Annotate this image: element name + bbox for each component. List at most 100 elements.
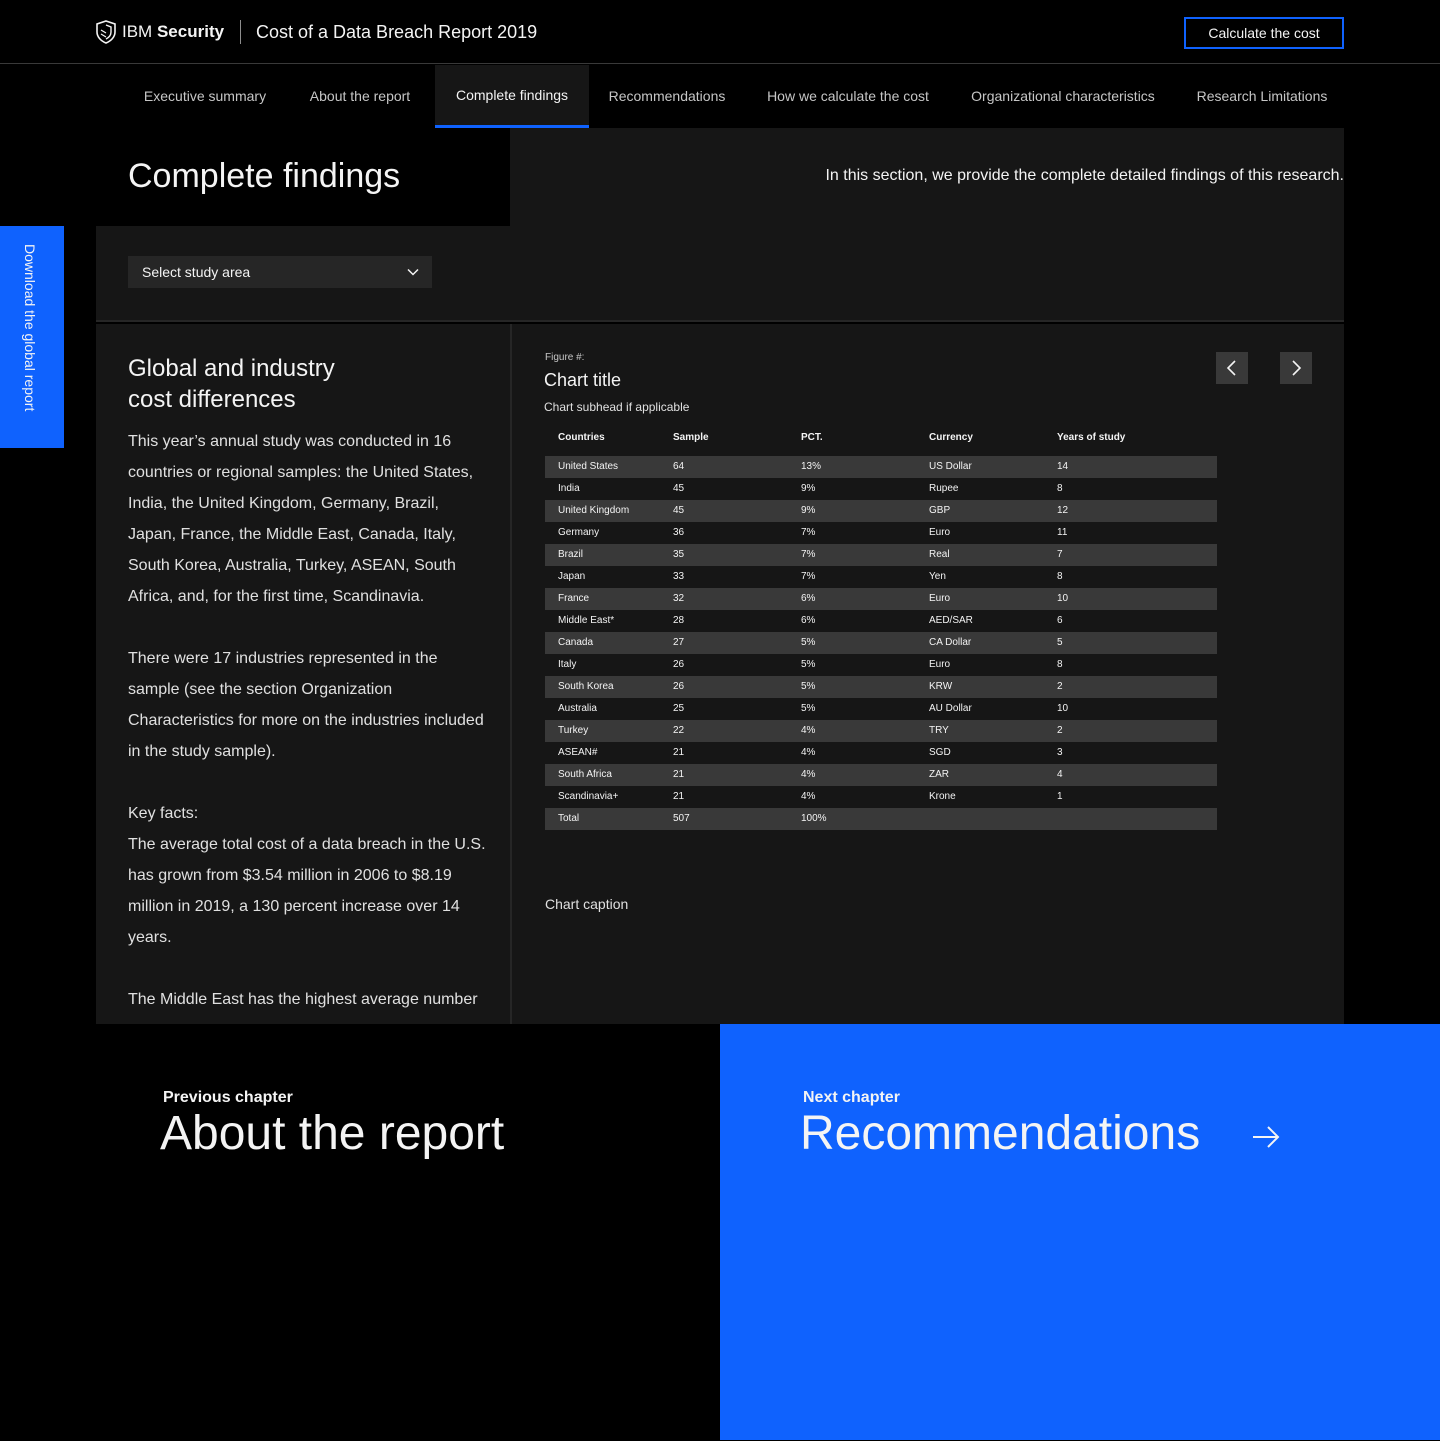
study-area-select[interactable]: Select study area: [128, 256, 432, 288]
table-cell: Italy: [558, 659, 577, 670]
column-header: Sample: [673, 432, 709, 443]
section-description: In this section, we provide the complete…: [825, 167, 1344, 184]
table-cell: 4%: [801, 747, 816, 758]
table-cell: KRW: [929, 681, 953, 692]
table-cell: ZAR: [929, 769, 949, 780]
table-cell: Real: [929, 549, 950, 560]
figure-label: Figure #:: [545, 352, 585, 363]
next-chapter-link[interactable]: [720, 1024, 1440, 1440]
table-row: Canada 27 5% CA Dollar 5: [545, 632, 1217, 654]
chart-caption: Chart caption: [545, 896, 629, 912]
previous-chapter-link[interactable]: [0, 1024, 720, 1441]
table-cell: 507: [673, 813, 690, 824]
next-chapter-title[interactable]: Recommendations: [800, 1106, 1200, 1162]
next-chapter-kicker: Next chapter: [803, 1089, 900, 1106]
calculate-cost-button[interactable]: Calculate the cost: [1184, 17, 1344, 49]
previous-figure-button[interactable]: [1216, 352, 1248, 384]
data-table: Countries Sample PCT. Currency Years of …: [545, 428, 1217, 830]
table-cell: Yen: [929, 571, 946, 582]
table-body: United States 64 13% US Dollar 14 India 45 9% Ru…: [545, 456, 1217, 830]
table-cell: 9%: [801, 483, 816, 494]
table-cell: Turkey: [558, 725, 589, 736]
arrow-right-icon[interactable]: [1252, 1125, 1280, 1149]
table-cell: 4%: [801, 791, 816, 802]
table-cell: 25: [673, 703, 685, 714]
table-cell: SGD: [929, 747, 951, 758]
column-header: Countries: [558, 432, 605, 443]
table-cell: 7%: [801, 549, 816, 560]
chart-title: Chart title: [544, 370, 622, 390]
body-paragraph: There were 17 industries represented in …: [128, 650, 484, 760]
table-cell: CA Dollar: [929, 637, 972, 648]
table-cell: 28: [673, 615, 685, 626]
table-cell: ASEAN#: [558, 747, 598, 758]
shield-logo-icon[interactable]: [95, 20, 117, 44]
chapter-nav: Executive summary About the report Compl…: [0, 65, 1440, 128]
table-cell: South Korea: [558, 681, 614, 692]
table-cell: 64: [673, 461, 685, 472]
table-row: Australia 25 5% AU Dollar 10: [545, 698, 1217, 720]
table-row: France 32 6% Euro 10: [545, 588, 1217, 610]
table-cell: Total: [558, 813, 580, 824]
table-row: Brazil 35 7% Real 7: [545, 544, 1217, 566]
table-cell: United States: [558, 461, 619, 472]
table-row: Germany 36 7% Euro 11: [545, 522, 1217, 544]
tab-executive-summary[interactable]: Executive summary: [126, 65, 284, 128]
table-cell: 8: [1057, 659, 1063, 670]
tab-complete-findings[interactable]: Complete findings: [435, 65, 589, 128]
table-cell: 7: [1057, 549, 1063, 560]
table-cell: 26: [673, 681, 685, 692]
download-global-report-label[interactable]: Download the global report: [22, 244, 38, 411]
chevron-right-icon: [1292, 360, 1302, 376]
table-cell: Australia: [558, 703, 597, 714]
text-panel-body: This year’s annual study was conducted i…: [128, 426, 488, 1024]
table-total-row: Total 507 100%: [545, 808, 1217, 830]
page-title: Complete findings: [128, 157, 401, 195]
tab-recommendations[interactable]: Recommendations: [592, 65, 742, 128]
text-panel-heading: Global and industry cost differences: [128, 353, 488, 415]
tab-about-the-report[interactable]: About the report: [288, 65, 432, 128]
table-cell: 36: [673, 527, 685, 538]
table-cell: Euro: [929, 593, 951, 604]
table-cell: AU Dollar: [929, 703, 972, 714]
previous-chapter-kicker: Previous chapter: [163, 1089, 293, 1106]
column-header: PCT.: [801, 432, 823, 443]
table-row: South Africa 21 4% ZAR 4: [545, 764, 1217, 786]
chevron-down-icon: [407, 268, 419, 276]
table-cell: 6%: [801, 615, 816, 626]
next-figure-button[interactable]: [1280, 352, 1312, 384]
table-cell: Canada: [558, 637, 594, 648]
table-row: Turkey 22 4% TRY 2: [545, 720, 1217, 742]
table-cell: Euro: [929, 527, 951, 538]
table-cell: 27: [673, 637, 685, 648]
table-cell: 5%: [801, 637, 816, 648]
table-cell: 21: [673, 769, 685, 780]
table-row: Italy 26 5% Euro 8: [545, 654, 1217, 676]
text-heading-line-2: cost differences: [128, 386, 296, 413]
tab-how-we-calculate[interactable]: How we calculate the cost: [748, 65, 948, 128]
body-paragraph: The Middle East has the highest average …: [128, 991, 478, 1008]
table-cell: United Kingdom: [558, 505, 630, 516]
table-cell: 35: [673, 549, 685, 560]
table-cell: 22: [673, 725, 685, 736]
table-row: South Korea 26 5% KRW 2: [545, 676, 1217, 698]
brand-wordmark[interactable]: IBM Security: [122, 20, 224, 44]
table-cell: Scandinavia+: [558, 791, 619, 802]
table-cell: 1: [1057, 791, 1063, 802]
table-row: United States 64 13% US Dollar 14: [545, 456, 1217, 478]
table-cell: GBP: [929, 505, 951, 516]
table-cell: France: [558, 593, 590, 604]
table-cell: Middle East*: [558, 615, 615, 626]
study-area-select-label: Select study area: [142, 264, 251, 280]
table-cell: 10: [1057, 593, 1069, 604]
table-row: Scandinavia+ 21 4% Krone 1: [545, 786, 1217, 808]
table-cell: 5%: [801, 681, 816, 692]
tab-organizational-characteristics[interactable]: Organizational characteristics: [955, 65, 1171, 128]
brand-ibm: IBM: [122, 22, 153, 41]
previous-chapter-title[interactable]: About the report: [160, 1106, 504, 1162]
table-cell: 100%: [801, 813, 827, 824]
table-cell: 6%: [801, 593, 816, 604]
table-cell: 26: [673, 659, 685, 670]
tab-research-limitations[interactable]: Research Limitations: [1180, 65, 1344, 128]
table-cell: 12: [1057, 505, 1069, 516]
